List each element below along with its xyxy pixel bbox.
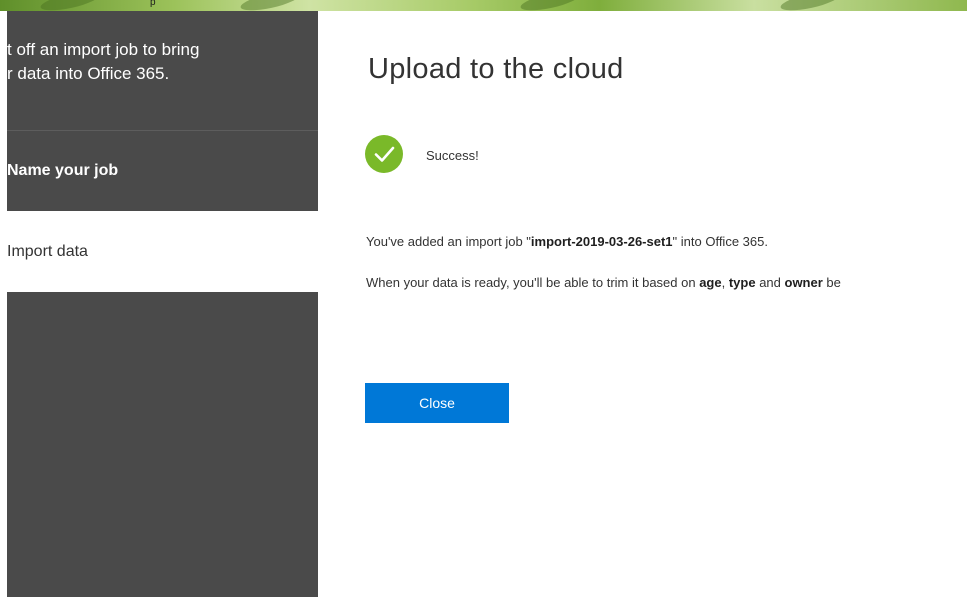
sidebar-intro-line-1: t off an import job to bring [7, 40, 200, 59]
close-button[interactable]: Close [365, 383, 509, 423]
top-banner: p [0, 0, 967, 11]
wizard-sidebar: t off an import job to bring r data into… [7, 11, 318, 597]
main-panel: Upload to the cloud Success! You've adde… [318, 11, 967, 597]
term-age: age [699, 275, 722, 290]
checkmark-icon [374, 146, 395, 162]
banner-leaf [239, 0, 301, 11]
page-title: Upload to the cloud [368, 53, 624, 85]
status-text: Success! [426, 148, 479, 163]
job-name: import-2019-03-26-set1 [530, 234, 673, 249]
sidebar-intro-line-2: r data into Office 365. [7, 64, 170, 83]
banner-leaf [779, 0, 841, 11]
separator: and [755, 275, 785, 290]
term-owner: owner [784, 275, 823, 290]
sidebar-intro: t off an import job to bring r data into… [7, 11, 318, 131]
separator: , [721, 275, 729, 290]
banner-leaf [39, 0, 101, 11]
check-circle-icon [365, 135, 403, 173]
wizard-step-label: Name your job [7, 162, 119, 179]
wizard-step-import-data[interactable]: Import data [7, 211, 318, 292]
message-suffix: " into Office 365. [672, 234, 768, 249]
import-job-added-message: You've added an import job "import-2019-… [366, 234, 768, 249]
message-suffix: be [822, 275, 841, 290]
message-prefix: You've added an import job " [366, 234, 531, 249]
banner-leaf [519, 0, 581, 11]
term-type: type [728, 275, 756, 290]
wizard-step-label: Import data [7, 243, 88, 260]
banner-text-fragment: p [150, 0, 156, 8]
wizard-step-name-your-job[interactable]: Name your job [7, 131, 318, 211]
data-ready-message: When your data is ready, you'll be able … [366, 275, 841, 290]
message-prefix: When your data is ready, you'll be able … [366, 275, 700, 290]
